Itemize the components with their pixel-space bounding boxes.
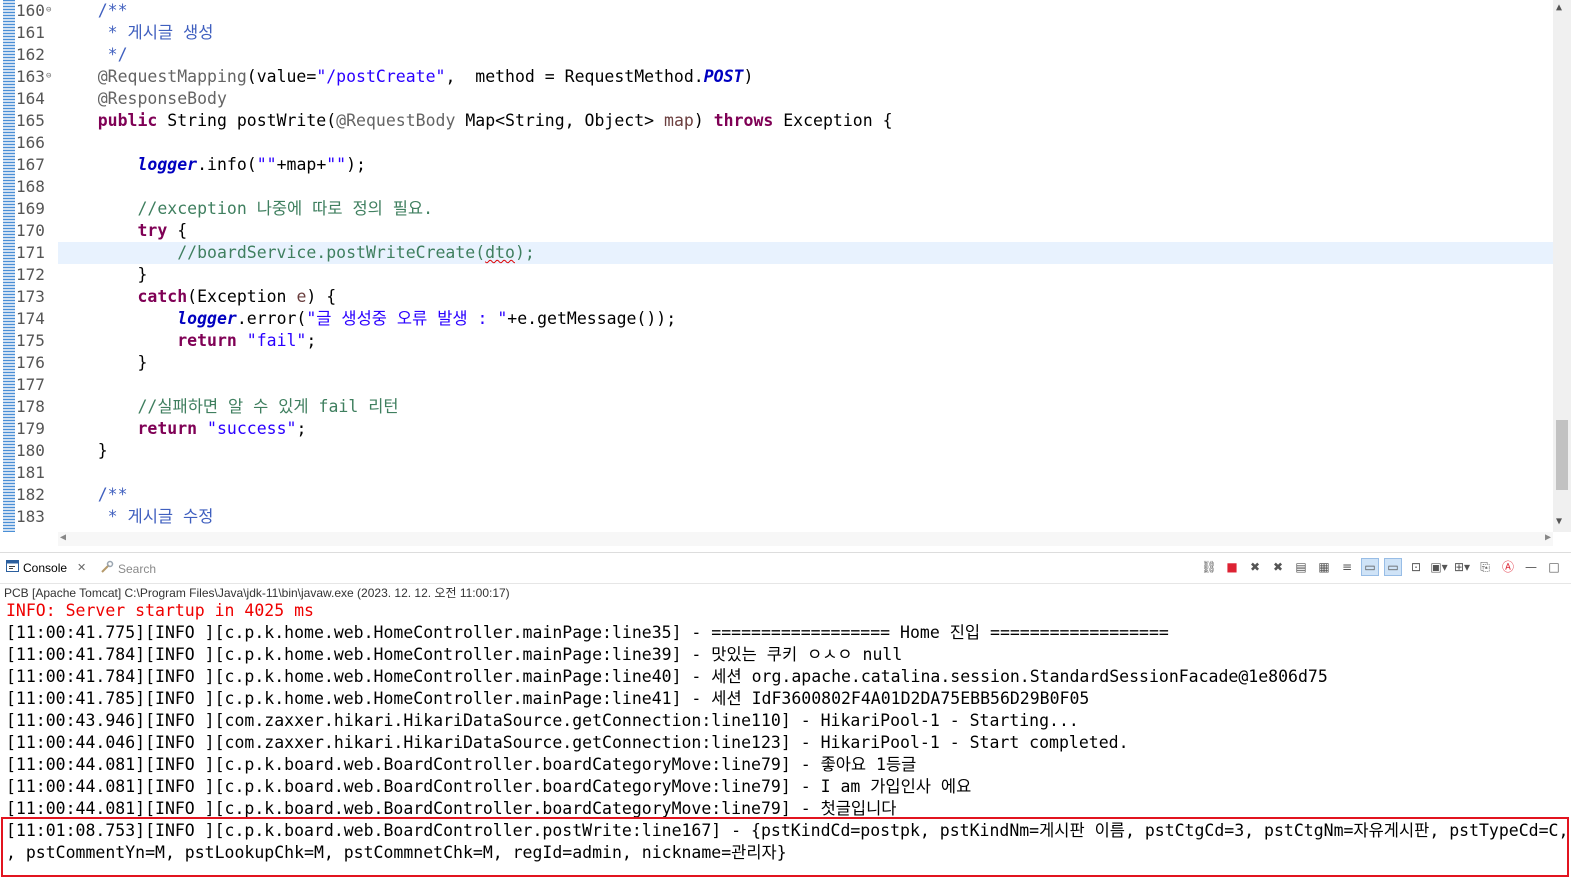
console-toolbar: ⛓ ■ ✖ ✖ ▤ ▦ ≡ ▭ ▭ ⊡ ▣▾ ⊞▾ ⎘ Ⓐ — □	[1200, 558, 1563, 576]
minimize-icon[interactable]: —	[1522, 558, 1540, 576]
fold-collapse-icon[interactable]: ⊖	[46, 5, 51, 15]
process-description: PCB [Apache Tomcat] C:\Program Files\Jav…	[4, 586, 510, 600]
maximize-icon[interactable]: □	[1545, 558, 1563, 576]
code-line: }	[97, 441, 108, 460]
code-line: logger.info(""+map+"");	[137, 155, 366, 174]
code-line: @ResponseBody	[97, 89, 227, 108]
line-number: 172	[16, 265, 45, 284]
tab-console[interactable]: Console ✕	[6, 560, 86, 575]
line-number: 166	[16, 133, 45, 152]
remove-all-icon[interactable]: ✖	[1269, 558, 1287, 576]
line-number: 173	[16, 287, 45, 306]
scroll-up-icon[interactable]: ▲	[1556, 2, 1562, 13]
debug-icon[interactable]: Ⓐ	[1499, 558, 1517, 576]
code-line: }	[137, 353, 148, 372]
scrollbar-thumb[interactable]	[1556, 420, 1568, 490]
line-number: 176	[16, 353, 45, 372]
code-line: */	[97, 45, 128, 64]
scroll-left-icon[interactable]: ◀	[60, 532, 66, 543]
line-number: 170	[16, 221, 45, 240]
pin-console-icon[interactable]: ⊡	[1407, 558, 1425, 576]
code-line: @RequestMapping(value="/postCreate", met…	[97, 67, 754, 86]
tab-search-label: Search	[118, 561, 157, 576]
console-tab-bar: Console ✕ Search ⛓ ■ ✖ ✖ ▤ ▦ ≡ ▭ ▭ ⊡ ▣▾ …	[0, 553, 1571, 584]
code-line: logger.error("글 생성중 오류 발생 : "+e.getMessa…	[177, 309, 677, 328]
word-wrap-icon[interactable]: ≡	[1338, 558, 1356, 576]
console-line: [11:00:41.784][INFO ][c.p.k.home.web.Hom…	[6, 645, 903, 664]
line-number: 175	[16, 331, 45, 350]
line-number: 164	[16, 89, 45, 108]
code-editor[interactable]: 160 161 162 163 164 165 166 167 168 169 …	[0, 0, 1571, 548]
scroll-right-icon[interactable]: ▶	[1545, 532, 1551, 543]
fold-collapse-icon[interactable]: ⊖	[46, 71, 51, 81]
scroll-down-icon[interactable]: ▼	[1556, 516, 1562, 527]
console-view: Console ✕ Search ⛓ ■ ✖ ✖ ▤ ▦ ≡ ▭ ▭ ⊡ ▣▾ …	[0, 552, 1571, 881]
console-icon	[6, 560, 19, 575]
code-line: * 게시글 생성	[97, 23, 214, 42]
show-on-stderr-icon[interactable]: ▭	[1384, 558, 1402, 576]
code-line: return "success";	[137, 419, 307, 438]
editor-horizontal-scrollbar[interactable]: ◀ ▶	[58, 532, 1553, 546]
code-line: //exception 나중에 따로 정의 필요.	[137, 199, 434, 218]
code-line: public String postWrite(@RequestBody Map…	[97, 111, 893, 130]
console-line: [11:00:44.081][INFO ][c.p.k.board.web.Bo…	[6, 755, 917, 774]
code-line: try {	[137, 221, 188, 240]
tab-search[interactable]: Search	[100, 560, 156, 577]
code-line: * 게시글 수정	[97, 507, 214, 526]
console-line: [11:00:41.784][INFO ][c.p.k.home.web.Hom…	[6, 667, 1328, 686]
highlight-annotation-box	[1, 817, 1569, 877]
line-number: 162	[16, 45, 45, 64]
display-selected-icon[interactable]: ▣▾	[1430, 558, 1448, 576]
line-number: 180	[16, 441, 45, 460]
editor-vertical-scrollbar[interactable]: ▲ ▼	[1553, 0, 1571, 532]
terminate-icon[interactable]: ■	[1223, 558, 1241, 576]
line-number: 161	[16, 23, 45, 42]
console-line: [11:00:41.785][INFO ][c.p.k.home.web.Hom…	[6, 689, 1090, 708]
line-number: 182	[16, 485, 45, 504]
console-line: [11:00:44.081][INFO ][c.p.k.board.web.Bo…	[6, 777, 972, 796]
line-number: 168	[16, 177, 45, 196]
code-line: catch(Exception e) {	[137, 287, 337, 306]
console-line: [11:00:41.775][INFO ][c.p.k.home.web.Hom…	[6, 623, 1169, 642]
clear-console-icon[interactable]: ▤	[1292, 558, 1310, 576]
line-number: 167	[16, 155, 45, 174]
line-number: 181	[16, 463, 45, 482]
code-line: /**	[97, 1, 128, 20]
line-number: 177	[16, 375, 45, 394]
code-line: //실패하면 알 수 있게 fail 리턴	[137, 397, 399, 416]
code-text-area[interactable]: /** * 게시글 생성 */ @RequestMapping(value="/…	[58, 0, 1553, 528]
code-line: }	[137, 265, 148, 284]
scroll-lock-icon[interactable]: ▦	[1315, 558, 1333, 576]
line-number: 165	[16, 111, 45, 130]
link-icon[interactable]: ⛓	[1200, 558, 1218, 576]
code-line: /**	[97, 485, 128, 504]
code-line: return "fail";	[177, 331, 317, 350]
new-console-view-icon[interactable]: ⎘	[1476, 558, 1494, 576]
line-number: 171	[16, 243, 45, 262]
remove-launch-icon[interactable]: ✖	[1246, 558, 1264, 576]
current-code-line: //boardService.postWriteCreate(dto);	[58, 242, 1553, 264]
change-ruler	[3, 0, 15, 532]
line-number: 179	[16, 419, 45, 438]
console-line: [11:00:44.046][INFO ][com.zaxxer.hikari.…	[6, 733, 1129, 752]
console-line: INFO: Server startup in 4025 ms	[6, 601, 314, 620]
show-on-stdout-icon[interactable]: ▭	[1361, 558, 1379, 576]
close-icon[interactable]: ✕	[77, 561, 86, 574]
tab-console-label: Console	[23, 560, 68, 575]
line-number: 183	[16, 507, 45, 526]
line-number: 174	[16, 309, 45, 328]
console-line: [11:00:43.946][INFO ][com.zaxxer.hikari.…	[6, 711, 1079, 730]
line-number: 169	[16, 199, 45, 218]
search-icon	[100, 560, 114, 577]
open-console-icon[interactable]: ⊞▾	[1453, 558, 1471, 576]
line-number: 178	[16, 397, 45, 416]
